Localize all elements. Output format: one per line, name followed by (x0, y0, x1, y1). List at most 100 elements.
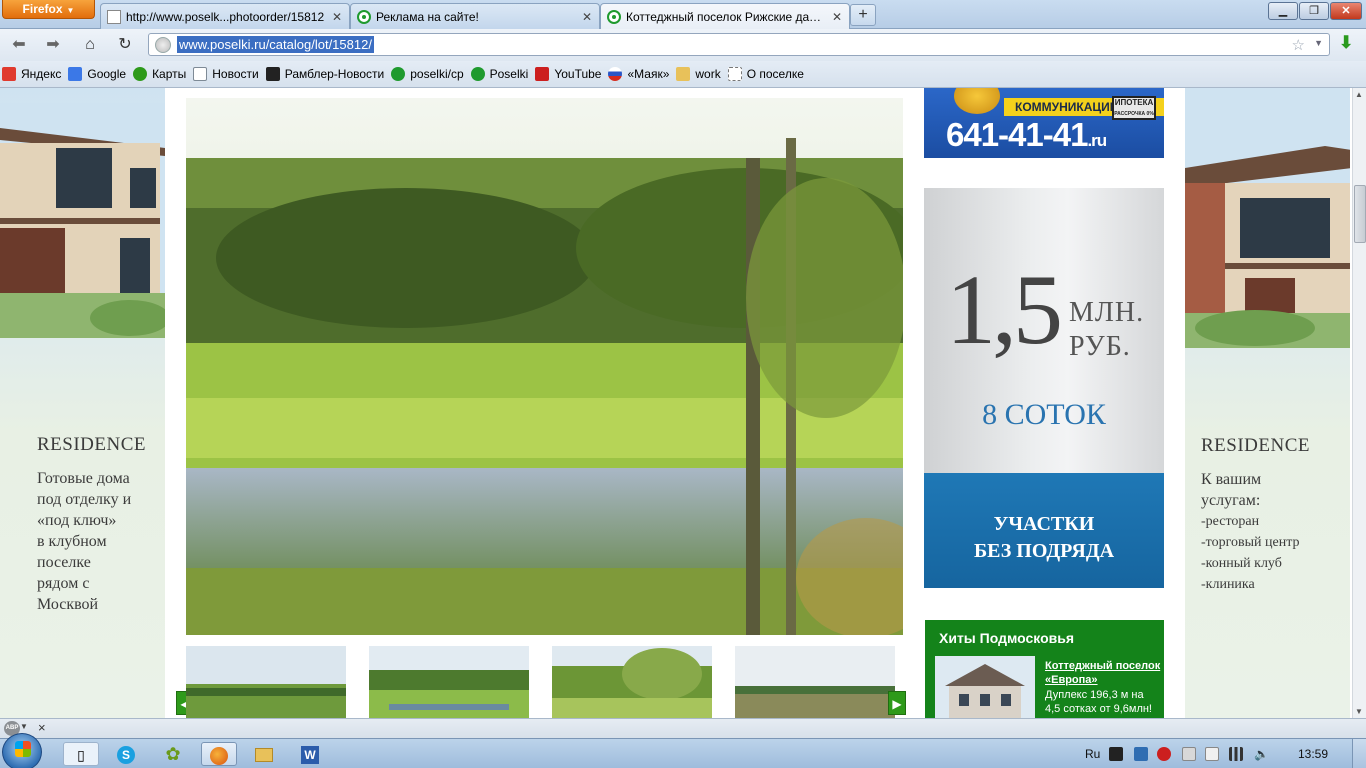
bookmark-label: О поселке (746, 67, 804, 81)
maps-icon (133, 67, 148, 81)
chevron-down-icon[interactable]: ▼ (20, 722, 28, 731)
home-icon[interactable]: ⌂ (79, 35, 101, 55)
scroll-up-arrow-icon[interactable]: ▲ (1355, 90, 1363, 99)
ad-communications-label: КОММУНИКАЦИИ (1015, 100, 1119, 114)
close-addon-bar-icon[interactable]: × (38, 720, 46, 735)
volume-icon[interactable]: 🔈 (1254, 747, 1269, 761)
desc-line: «под ключ» (37, 512, 117, 529)
bookmark-yandex[interactable]: Яндекс (2, 67, 61, 81)
badge-line: ИПОТЕКА (1114, 98, 1154, 107)
tray-app-icon[interactable] (1157, 747, 1171, 761)
forward-arrow-icon[interactable]: ➡ (42, 35, 64, 55)
chevron-down-icon: ▼ (66, 6, 75, 15)
main-lot-photo[interactable] (186, 98, 903, 635)
bookmark-label: Google (87, 67, 127, 81)
right-residence-banner[interactable]: RESIDENCE К вашим услугам: -ресторан -то… (1185, 88, 1350, 718)
url-text[interactable]: www.poselki.ru/catalog/lot/15812/ (177, 36, 374, 53)
explorer-folder-icon[interactable] (246, 742, 282, 766)
tab-advertising[interactable]: Реклама на сайте! ✕ (350, 3, 600, 29)
bookmark-poselki[interactable]: Poselki (470, 67, 528, 81)
close-tab-icon[interactable]: ✕ (831, 10, 843, 24)
tray-app-icon[interactable] (1109, 747, 1123, 761)
reload-icon[interactable]: ↻ (114, 35, 136, 55)
unit-line: РУБ. (1069, 331, 1131, 362)
right-description: К вашим услугам: -ресторан -торговый цен… (1201, 469, 1300, 595)
bookmark-work[interactable]: work (676, 67, 721, 81)
bookmark-maps[interactable]: Карты (133, 67, 186, 81)
close-tab-icon[interactable]: ✕ (331, 10, 343, 24)
notes-app-icon[interactable]: ▯ (63, 742, 99, 766)
bookmark-google[interactable]: Google (68, 67, 126, 81)
show-desktop-button[interactable] (1352, 739, 1366, 768)
addon-bar: ABP ▼ × (0, 718, 1366, 738)
desc-line: Москвой (37, 596, 99, 613)
minimize-window-button[interactable]: ▁ (1268, 2, 1298, 20)
cta-line: БЕЗ ПОДРЯДА (973, 540, 1115, 562)
content-column: ◀ ▶ КОММУНИКАЦИИ ИПОТЕКА РАССРОЧКА 0% 64… (165, 88, 1185, 718)
start-button[interactable] (2, 733, 42, 768)
word-icon[interactable]: W (292, 742, 328, 766)
ad-plot-size: 8 СОТОК (982, 398, 1106, 431)
site-identity-icon[interactable] (155, 36, 171, 53)
firefox-taskbar-icon[interactable] (201, 742, 237, 766)
firefox-menu-button[interactable]: Firefox ▼ (2, 0, 95, 19)
bookmark-label: «Маяк» (627, 67, 670, 81)
desc-line: -торговый центр (1201, 535, 1300, 550)
gallery-thumbnail[interactable] (552, 646, 712, 718)
gallery-thumbnail[interactable] (735, 646, 895, 718)
tray-device-icon[interactable] (1205, 747, 1219, 761)
poselki-icon (607, 10, 621, 24)
new-tab-button[interactable]: + (850, 4, 876, 26)
tray-app-icon[interactable] (1134, 747, 1148, 761)
skype-icon[interactable]: S (108, 742, 144, 766)
bookmark-mayak[interactable]: «Маяк» (608, 67, 669, 81)
bookmark-star-icon[interactable]: ☆ (1292, 36, 1305, 54)
hits-title: Хиты Подмосковья (939, 630, 1075, 646)
bookmark-label: Рамблер-Новости (284, 67, 385, 81)
tray-flag-icon[interactable] (1182, 747, 1196, 761)
close-window-button[interactable]: ✕ (1330, 2, 1362, 20)
hits-village-link[interactable]: Коттеджный поселок «Европа» (1045, 659, 1161, 687)
navigation-toolbar: ⬅ ➡ ⌂ ↻ www.poselki.ru/catalog/lot/15812… (0, 29, 1366, 61)
close-tab-icon[interactable]: ✕ (581, 10, 593, 24)
unit-line: МЛН. (1069, 297, 1145, 328)
left-residence-banner[interactable]: RESIDENCE Готовые дома под отделку и «по… (0, 88, 165, 718)
google-icon (68, 67, 83, 81)
bookmark-youtube[interactable]: YouTube (535, 67, 601, 81)
folder-icon (676, 67, 691, 81)
tab-photoorder[interactable]: http://www.poselk...photoorder/15812 ✕ (100, 3, 350, 29)
blank-page-icon (107, 9, 121, 24)
system-clock[interactable]: 13:59 (1298, 747, 1328, 761)
scrollbar-thumb[interactable] (1354, 185, 1366, 243)
plots-price-ad-banner[interactable]: 1,5 МЛН. РУБ. 8 СОТОК УЧАСТКИ БЕЗ ПОДРЯД… (924, 188, 1164, 588)
history-dropdown-icon[interactable]: ▼ (1314, 38, 1323, 48)
desc-line: под отделку и (37, 491, 132, 508)
bookmark-rambler-news[interactable]: Рамблер-Новости (265, 67, 385, 81)
icq-icon[interactable]: ✿ (155, 742, 191, 766)
bookmark-o-poselke[interactable]: О поселке (727, 67, 804, 81)
bookmarks-toolbar: Яндекс Google Карты Новости Рамблер-Ново… (0, 61, 1366, 88)
page-viewport: RESIDENCE Готовые дома под отделку и «по… (0, 88, 1352, 718)
bookmark-news[interactable]: Новости (193, 67, 259, 81)
tab-active-riga-dachi[interactable]: Коттеджный поселок Рижские дачи... ✕ (600, 3, 850, 30)
back-arrow-icon[interactable]: ⬅ (8, 35, 30, 55)
gallery-next-button[interactable]: ▶ (888, 691, 906, 715)
communications-ad-banner[interactable]: КОММУНИКАЦИИ ИПОТЕКА РАССРОЧКА 0% 641-41… (924, 88, 1164, 158)
gallery-thumbnail[interactable] (369, 646, 529, 718)
badge-line: РАССРОЧКА 0% (1114, 111, 1154, 117)
restore-window-button[interactable]: ❐ (1299, 2, 1329, 20)
windows-logo-icon (15, 741, 31, 757)
hits-cottage-photo[interactable] (935, 656, 1035, 718)
scroll-down-arrow-icon[interactable]: ▼ (1355, 707, 1363, 716)
youtube-icon (535, 67, 550, 81)
address-bar[interactable]: www.poselki.ru/catalog/lot/15812/ ☆ ▼ (148, 33, 1330, 56)
left-brand: RESIDENCE (37, 434, 146, 455)
download-arrow-icon[interactable]: ⬇ (1339, 33, 1353, 53)
language-indicator[interactable]: Ru (1085, 747, 1100, 761)
desc-line: услугам: (1201, 492, 1261, 509)
network-signal-icon[interactable] (1229, 747, 1243, 761)
vertical-scrollbar[interactable]: ▲ ▼ (1352, 88, 1366, 718)
gallery-thumbnail[interactable] (186, 646, 346, 718)
moscow-region-hits-block: Хиты Подмосковья Коттеджный поселок «Евр… (925, 620, 1164, 718)
bookmark-poselki-cp[interactable]: poselki/cp (391, 67, 464, 81)
